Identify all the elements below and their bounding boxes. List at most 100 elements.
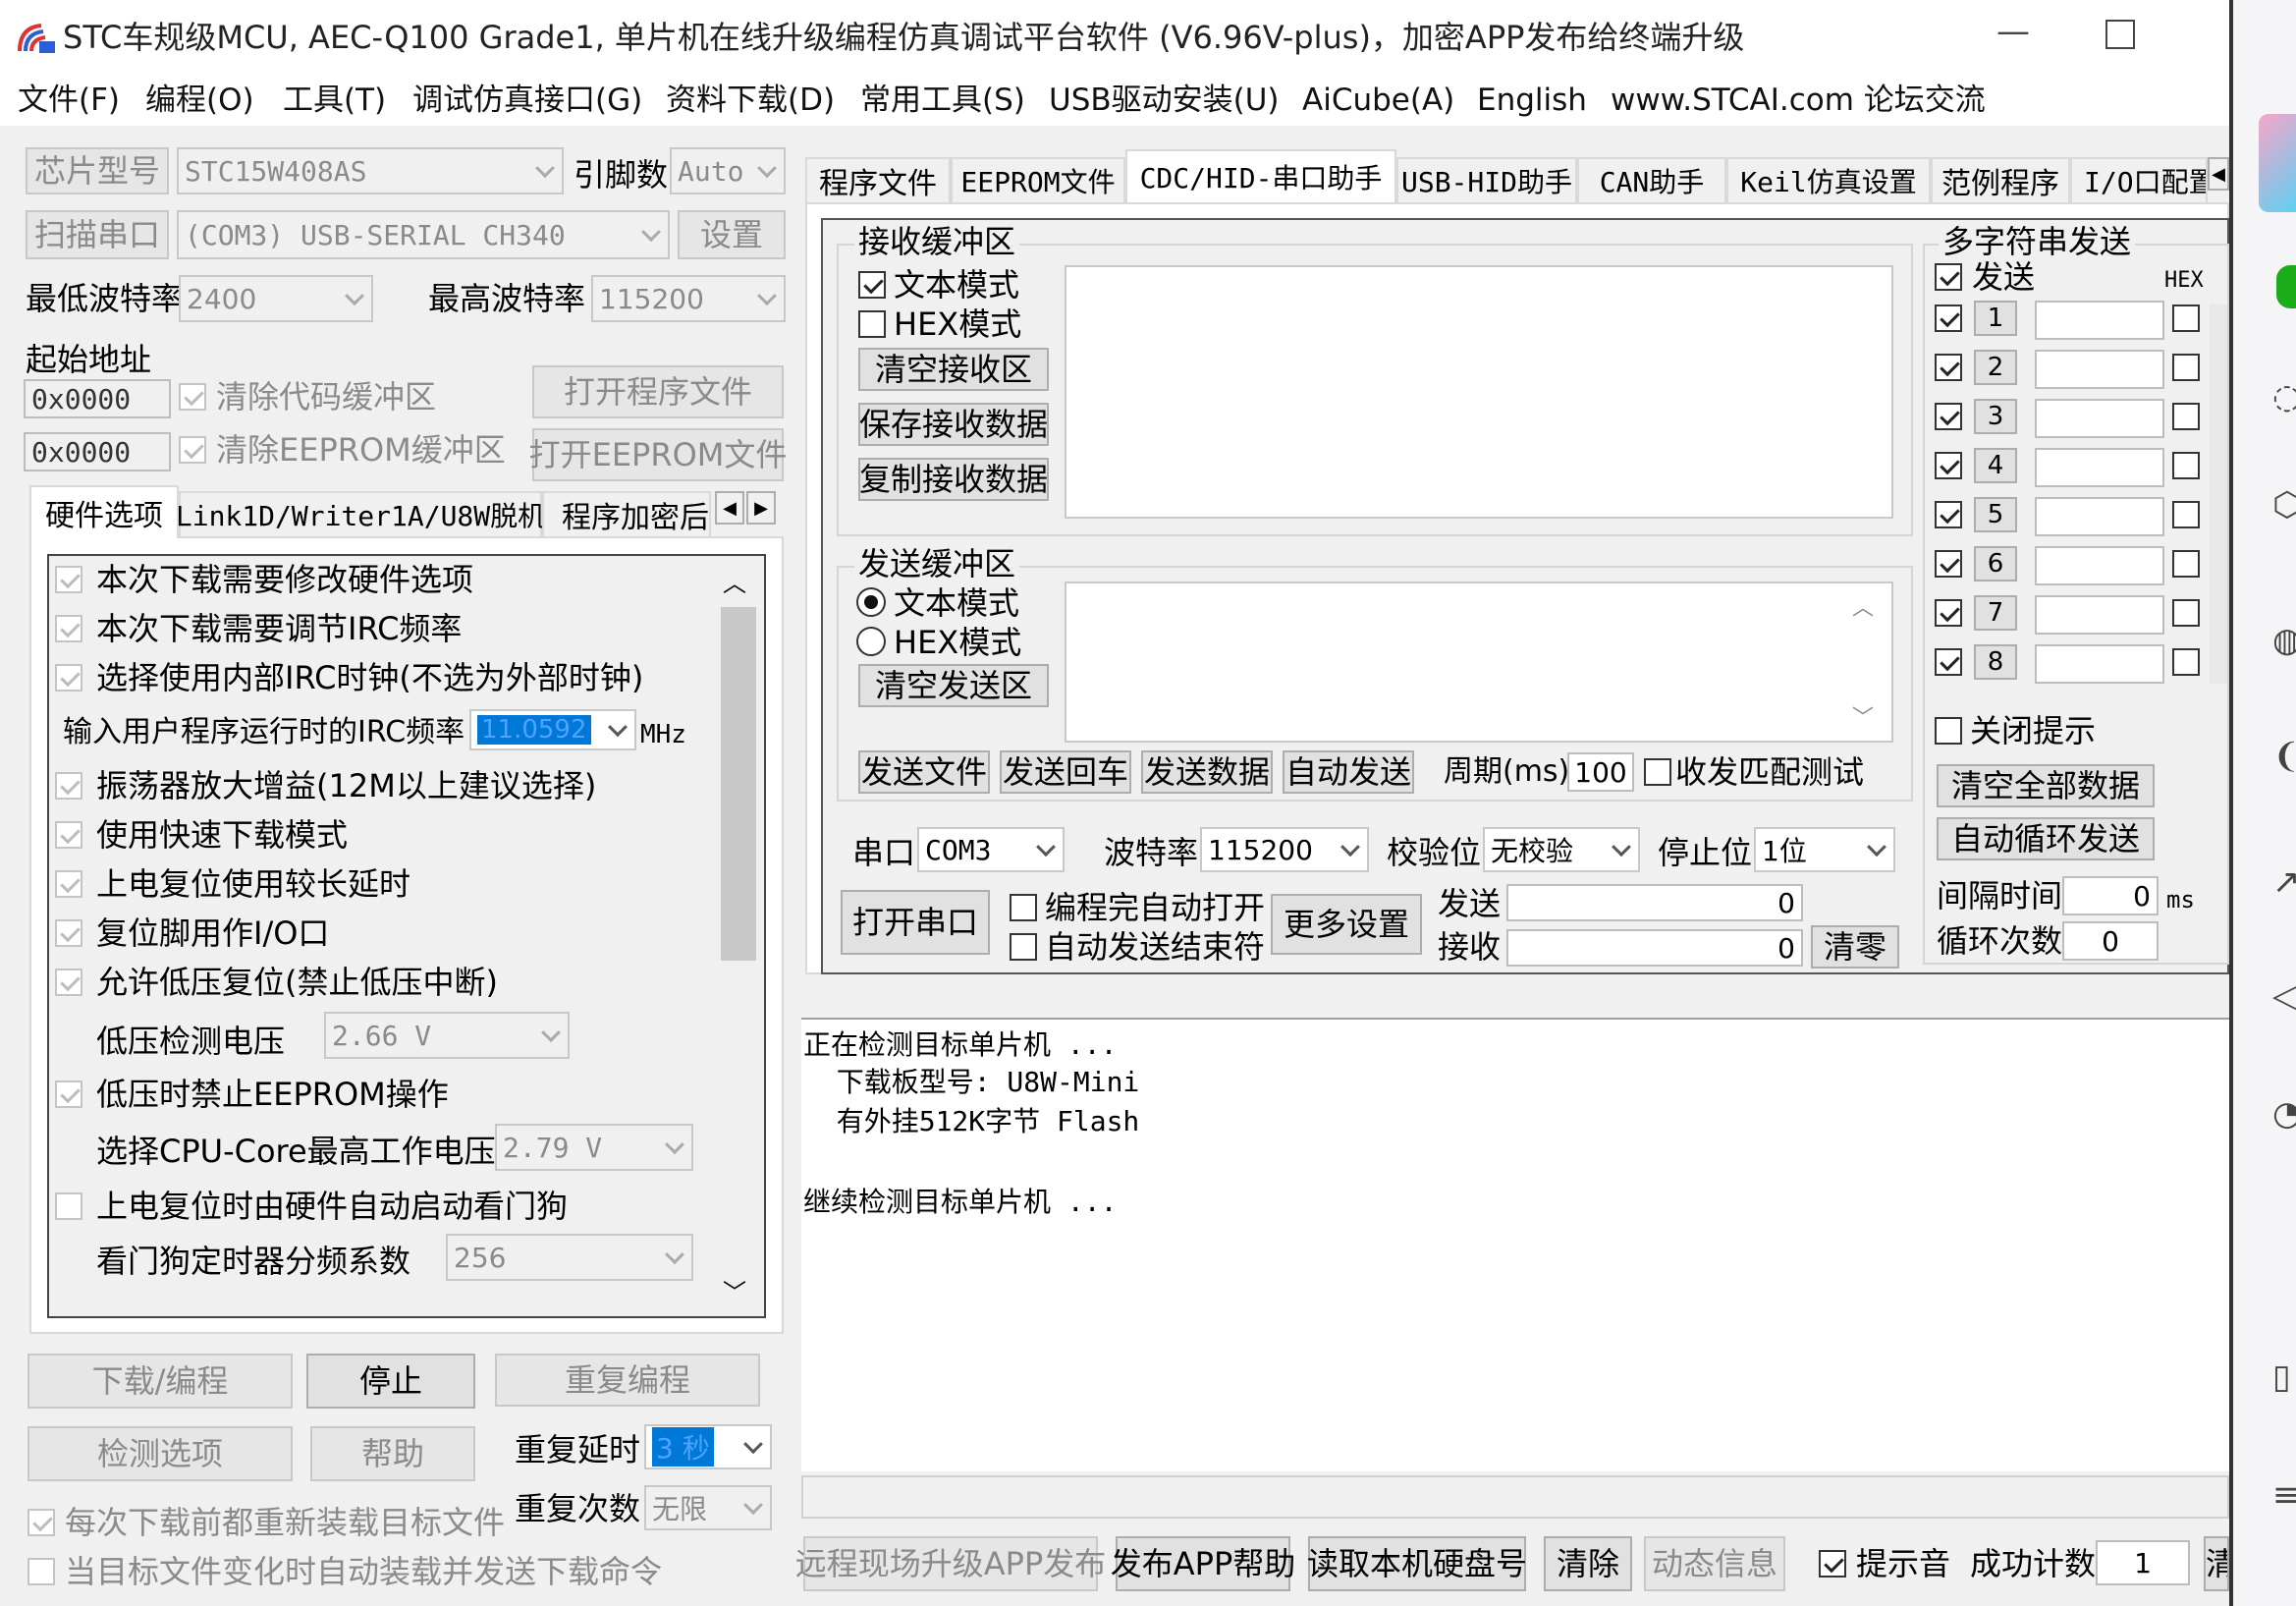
send-enter-button[interactable]: 发送回车 bbox=[1000, 750, 1131, 794]
open-serial-button[interactable]: 打开串口 bbox=[841, 890, 990, 955]
multi-row-4-input[interactable] bbox=[2035, 448, 2164, 487]
auto-send-button[interactable]: 自动发送 bbox=[1283, 750, 1414, 794]
opt-low-voltage-reset-checkbox[interactable] bbox=[55, 969, 82, 996]
tab-eeprom-file[interactable]: EEPROM文件 bbox=[951, 157, 1125, 202]
multi-row-1-checkbox[interactable] bbox=[1935, 305, 1962, 332]
sidebar-clock-icon[interactable]: ◔ bbox=[2272, 1094, 2296, 1134]
tab-offline-writer[interactable]: Link1D/Writer1A/U8W脱机 bbox=[176, 491, 545, 536]
multi-row-4-send-button[interactable]: 4 bbox=[1974, 448, 2017, 483]
recv-text-mode-checkbox[interactable] bbox=[858, 271, 886, 299]
send-textarea[interactable] bbox=[1065, 581, 1893, 743]
port-select[interactable]: (COM3) USB-SERIAL CH340 bbox=[177, 210, 670, 259]
tab-scroll-right-icon[interactable]: ▶ bbox=[746, 491, 776, 525]
menu-file[interactable]: 文件(F) bbox=[18, 79, 120, 122]
opt-reset-io-checkbox[interactable] bbox=[55, 919, 82, 947]
menu-website[interactable]: www.STCAI.com 论坛交流 bbox=[1611, 79, 1986, 122]
auto-loop-send-button[interactable]: 自动循环发送 bbox=[1937, 817, 2155, 860]
multi-row-6-send-button[interactable]: 6 bbox=[1974, 546, 2017, 581]
code-address-input[interactable]: 0x0000 bbox=[24, 379, 171, 418]
auto-end-checkbox[interactable] bbox=[1010, 933, 1037, 961]
multi-scrollbar[interactable] bbox=[2210, 305, 2227, 684]
opt-lv-eeprom-checkbox[interactable] bbox=[55, 1080, 82, 1108]
irc-frequency-select[interactable]: 11.0592 bbox=[469, 709, 636, 750]
multi-row-7-input[interactable] bbox=[2035, 595, 2164, 635]
multi-row-8-send-button[interactable]: 8 bbox=[1974, 644, 2017, 680]
eeprom-address-input[interactable]: 0x0000 bbox=[24, 432, 171, 471]
multi-row-8-checkbox[interactable] bbox=[1935, 648, 1962, 676]
tab-examples[interactable]: 范例程序 bbox=[1931, 157, 2070, 202]
sidebar-phone-icon[interactable]: ▯ bbox=[2272, 1357, 2291, 1397]
sidebar-back-icon[interactable]: ◁ bbox=[2272, 976, 2296, 1016]
opt-osc-gain-checkbox[interactable] bbox=[55, 772, 82, 800]
scan-port-button[interactable]: 扫描串口 bbox=[26, 210, 169, 259]
opt-watchdog-checkbox[interactable] bbox=[55, 1192, 82, 1220]
multi-row-2-checkbox[interactable] bbox=[1935, 354, 1962, 381]
close-tip-checkbox[interactable] bbox=[1935, 717, 1962, 745]
menu-common-tools[interactable]: 常用工具(S) bbox=[860, 79, 1025, 122]
remote-upgrade-app-button[interactable]: 远程现场升级APP发布 bbox=[795, 1536, 1106, 1591]
sidebar-box-icon[interactable]: ⬡ bbox=[2272, 485, 2296, 525]
menu-program[interactable]: 编程(O) bbox=[145, 79, 254, 122]
receive-textarea[interactable] bbox=[1065, 265, 1893, 519]
multi-row-5-checkbox[interactable] bbox=[1935, 501, 1962, 528]
sidebar-tool-icon[interactable]: ↗ bbox=[2272, 862, 2296, 902]
port-settings-button[interactable]: 设置 bbox=[678, 210, 786, 259]
send-file-button[interactable]: 发送文件 bbox=[858, 750, 990, 794]
clear-receive-button[interactable]: 清空接收区 bbox=[858, 348, 1049, 391]
multi-row-5-input[interactable] bbox=[2035, 497, 2164, 536]
multi-row-3-checkbox[interactable] bbox=[1935, 403, 1962, 430]
multi-send-all-checkbox[interactable] bbox=[1935, 263, 1962, 291]
tab-usb-hid[interactable]: USB-HID助手 bbox=[1396, 157, 1577, 202]
multi-row-1-input[interactable] bbox=[2035, 301, 2164, 340]
multi-row-1-hex-checkbox[interactable] bbox=[2172, 305, 2200, 332]
sidebar-compass-icon[interactable]: ◍ bbox=[2272, 621, 2296, 660]
clear-send-button[interactable]: 清空发送区 bbox=[858, 664, 1049, 707]
opt-fast-download-checkbox[interactable] bbox=[55, 821, 82, 849]
recv-hex-mode-checkbox[interactable] bbox=[858, 310, 886, 338]
multi-row-3-hex-checkbox[interactable] bbox=[2172, 403, 2200, 430]
parity-select[interactable]: 无校验 bbox=[1483, 827, 1640, 872]
open-eeprom-file-button[interactable]: 打开EEPROM文件 bbox=[529, 428, 787, 481]
copy-receive-button[interactable]: 复制接收数据 bbox=[858, 458, 1049, 501]
clear-code-checkbox[interactable] bbox=[179, 383, 206, 411]
multi-row-1-send-button[interactable]: 1 bbox=[1974, 301, 2017, 336]
more-settings-button[interactable]: 更多设置 bbox=[1271, 894, 1422, 955]
multi-row-6-checkbox[interactable] bbox=[1935, 550, 1962, 578]
check-options-button[interactable]: 检测选项 bbox=[27, 1426, 293, 1481]
beep-checkbox[interactable] bbox=[1819, 1550, 1846, 1578]
opt-long-reset-checkbox[interactable] bbox=[55, 870, 82, 898]
stop-button[interactable]: 停止 bbox=[306, 1354, 475, 1409]
chip-model-button[interactable]: 芯片型号 bbox=[26, 147, 169, 194]
multi-row-3-input[interactable] bbox=[2035, 399, 2164, 438]
multi-row-2-send-button[interactable]: 2 bbox=[1974, 350, 2017, 385]
help-button[interactable]: 帮助 bbox=[310, 1426, 475, 1481]
sidebar-menu-icon[interactable]: ≡ bbox=[2272, 1475, 2296, 1515]
baud-rate-select[interactable]: 115200 bbox=[1200, 827, 1369, 872]
open-program-file-button[interactable]: 打开程序文件 bbox=[532, 365, 784, 418]
app-help-button[interactable]: 发布APP帮助 bbox=[1111, 1536, 1295, 1591]
multi-row-5-send-button[interactable]: 5 bbox=[1974, 497, 2017, 532]
opt-modify-hw-checkbox[interactable] bbox=[55, 566, 82, 593]
clear-count-button[interactable]: 清 bbox=[2204, 1536, 2229, 1591]
match-test-checkbox[interactable] bbox=[1644, 758, 1671, 786]
maximize-button[interactable] bbox=[2105, 20, 2135, 49]
tab-program-file[interactable]: 程序文件 bbox=[805, 157, 951, 202]
serial-port-select[interactable]: COM3 bbox=[917, 827, 1065, 872]
repeat-count-select[interactable]: 无限 bbox=[644, 1485, 772, 1530]
scroll-down-icon[interactable]: ﹀ bbox=[723, 1273, 746, 1312]
send-data-button[interactable]: 发送数据 bbox=[1141, 750, 1273, 794]
multi-row-5-hex-checkbox[interactable] bbox=[2172, 501, 2200, 528]
tab-program-encrypt[interactable]: 程序加密后 bbox=[542, 491, 711, 536]
download-program-button[interactable]: 下载/编程 bbox=[27, 1354, 293, 1409]
clear-counts-button[interactable]: 清零 bbox=[1811, 925, 1899, 969]
chip-model-select[interactable]: STC15W408AS bbox=[177, 147, 564, 194]
clear-log-button[interactable]: 清除 bbox=[1544, 1536, 1632, 1591]
interval-input[interactable]: 0 bbox=[2062, 876, 2159, 915]
multi-row-7-send-button[interactable]: 7 bbox=[1974, 595, 2017, 631]
min-baud-select[interactable]: 2400 bbox=[179, 275, 373, 322]
opt-internal-irc-checkbox[interactable] bbox=[55, 664, 82, 692]
menu-debug[interactable]: 调试仿真接口(G) bbox=[412, 79, 642, 122]
menu-english[interactable]: English bbox=[1477, 79, 1587, 122]
lv-detect-select[interactable]: 2.66 V bbox=[324, 1012, 570, 1059]
auto-reload-checkbox[interactable] bbox=[27, 1558, 55, 1585]
